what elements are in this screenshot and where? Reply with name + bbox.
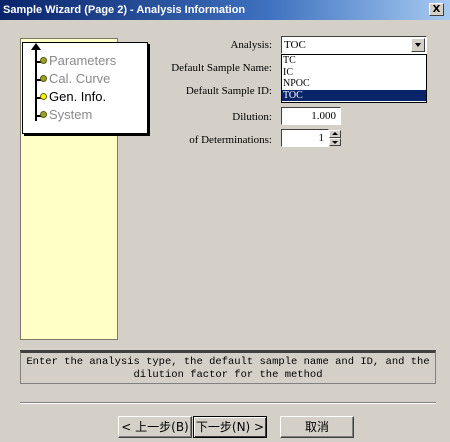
close-button[interactable]: X — [429, 3, 444, 16]
step-label: Gen. Info. — [49, 89, 107, 104]
bullet-icon — [40, 111, 47, 118]
bullet-icon — [40, 75, 47, 82]
analysis-select[interactable]: TOC — [281, 36, 427, 54]
hint-text-box: Enter the analysis type, the default sam… — [20, 350, 436, 384]
next-button[interactable]: 下一步(N) > — [193, 416, 267, 438]
step-label: System — [49, 107, 93, 122]
chevron-down-icon[interactable] — [411, 38, 425, 52]
step-label: Parameters — [49, 53, 117, 68]
determinations-input[interactable]: 1 — [281, 129, 329, 147]
hint-line-2: dilution factor for the method — [133, 369, 323, 381]
dilution-label: Dilution: — [232, 111, 272, 123]
sample-name-label: Default Sample Name: — [171, 62, 272, 74]
option-tc[interactable]: TC — [282, 55, 426, 67]
dilution-input[interactable]: 1.000 — [281, 107, 341, 125]
step-label: Cal. Curve — [49, 71, 111, 86]
option-ic[interactable]: IC — [282, 67, 426, 79]
bullet-icon — [40, 57, 47, 64]
tree-connector — [35, 49, 37, 121]
sample-id-label: Default Sample ID: — [185, 85, 272, 97]
bullet-icon — [40, 93, 47, 100]
option-npoc[interactable]: NPOC — [282, 78, 426, 90]
title-bar: Sample Wizard (Page 2) - Analysis Inform… — [0, 0, 450, 20]
spin-down-icon[interactable] — [329, 138, 341, 146]
analysis-dropdown-list: TC IC NPOC TOC — [281, 54, 427, 103]
window-title: Sample Wizard (Page 2) - Analysis Inform… — [3, 4, 246, 16]
cancel-button[interactable]: 取消 — [280, 416, 354, 438]
option-toc[interactable]: TOC — [282, 89, 426, 101]
back-button[interactable]: < 上一步(B) — [118, 416, 192, 438]
analysis-label: Analysis: — [230, 39, 272, 51]
wizard-step-tree: Parameters Cal. Curve Gen. Info. System — [22, 42, 148, 134]
divider — [20, 402, 436, 404]
determinations-label: of Determinations: — [189, 134, 272, 146]
hint-line-1: Enter the analysis type, the default sam… — [26, 356, 430, 368]
spin-up-icon[interactable] — [329, 130, 341, 138]
analysis-value: TOC — [284, 39, 306, 51]
determinations-stepper[interactable] — [329, 130, 341, 146]
